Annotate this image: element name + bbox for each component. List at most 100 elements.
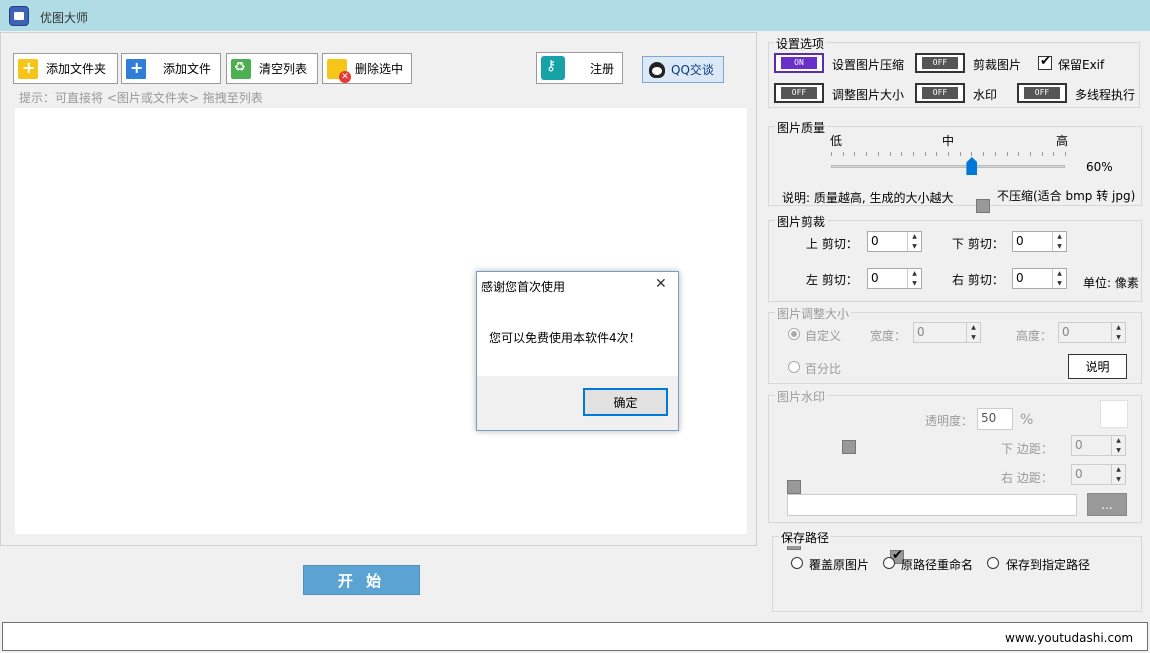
overwrite-label: 覆盖原图片 — [809, 556, 869, 573]
delete-folder-icon: ✕ — [327, 59, 347, 79]
quality-value: 60% — [1086, 160, 1113, 174]
resize-explain-button[interactable]: 说明 — [1068, 354, 1127, 379]
slider-tick — [901, 152, 902, 156]
watermark-toggle[interactable]: OFF — [915, 83, 965, 103]
quality-title: 图片质量 — [775, 119, 827, 136]
crop-toggle[interactable]: OFF — [915, 53, 965, 73]
slider-tick — [1030, 152, 1031, 156]
slider-tick — [971, 152, 972, 156]
spin-up-icon[interactable]: ▲ — [908, 232, 921, 242]
keep-exif-checkbox[interactable] — [1038, 56, 1052, 70]
resize-percent-radio[interactable] — [788, 361, 800, 373]
qq-chat-button[interactable]: QQ交谈 — [642, 56, 724, 83]
bottom-margin-input[interactable]: 0▲▼ — [1071, 435, 1126, 456]
qq-penguin-icon — [649, 62, 665, 78]
no-compress-label: 不压缩(适合 bmp 转 jpg) — [997, 187, 1135, 204]
rename-radio[interactable] — [883, 557, 895, 569]
watermark-browse-button[interactable]: ... — [1087, 493, 1127, 516]
slider-tick — [913, 152, 914, 156]
spin-up-icon[interactable]: ▲ — [1053, 269, 1066, 279]
add-file-button[interactable]: + 添加文件 — [121, 53, 221, 84]
watermark-label: 水印 — [973, 86, 997, 103]
crop-left-input[interactable]: 0▲▼ — [867, 268, 922, 289]
spin-down-icon[interactable]: ▼ — [1112, 333, 1125, 343]
opacity-input[interactable]: 50 — [977, 408, 1013, 430]
slider-tick — [948, 152, 949, 156]
resize-height-label: 高度： — [1016, 327, 1052, 344]
no-compress-checkbox[interactable] — [976, 199, 990, 213]
spin-up-icon[interactable]: ▲ — [1112, 465, 1125, 475]
compress-toggle[interactable]: ON — [774, 53, 824, 73]
dialog-footer: 确定 — [477, 376, 678, 430]
quality-slider-track[interactable] — [831, 165, 1065, 168]
crop-right-input[interactable]: 0▲▼ — [1012, 268, 1067, 289]
compress-label: 设置图片压缩 — [832, 56, 904, 73]
clear-list-button[interactable]: ♻ 清空列表 — [226, 53, 318, 84]
spin-up-icon[interactable]: ▲ — [1053, 232, 1066, 242]
spin-down-icon[interactable]: ▼ — [1053, 242, 1066, 252]
spin-up-icon[interactable]: ▲ — [967, 323, 980, 333]
spin-up-icon[interactable]: ▲ — [1112, 436, 1125, 446]
spin-up-icon[interactable]: ▲ — [1112, 323, 1125, 333]
start-button[interactable]: 开 始 — [303, 565, 420, 595]
save-to-label: 保存到指定路径 — [1006, 556, 1090, 573]
resize-width-label: 宽度： — [870, 327, 906, 344]
dialog-message: 您可以免费使用本软件4次！ — [489, 329, 641, 346]
watermark-text-checkbox[interactable] — [842, 440, 856, 454]
multithread-toggle[interactable]: OFF — [1017, 83, 1067, 103]
save-to-radio[interactable] — [987, 557, 999, 569]
watermark-path-input[interactable] — [787, 494, 1077, 516]
resize-width-input[interactable]: 0▲▼ — [913, 322, 981, 343]
quality-low-label: 低 — [830, 132, 842, 149]
quality-mid-label: 中 — [942, 132, 954, 149]
spin-down-icon[interactable]: ▼ — [1112, 446, 1125, 456]
watermark-position-checkbox[interactable] — [787, 480, 801, 494]
resize-title: 图片调整大小 — [775, 305, 851, 322]
resize-custom-label: 自定义 — [805, 327, 841, 344]
app-icon — [9, 6, 29, 26]
spin-down-icon[interactable]: ▼ — [1112, 475, 1125, 485]
resize-toggle[interactable]: OFF — [774, 83, 824, 103]
rename-label: 原路径重命名 — [901, 556, 973, 573]
watermark-color-swatch[interactable] — [1100, 400, 1128, 428]
multithread-label: 多线程执行 — [1075, 86, 1135, 103]
slider-tick — [995, 152, 996, 156]
dialog-ok-button[interactable]: 确定 — [583, 388, 668, 416]
folder-add-icon: + — [18, 59, 38, 79]
spin-down-icon[interactable]: ▼ — [1053, 279, 1066, 289]
spin-down-icon[interactable]: ▼ — [908, 279, 921, 289]
slider-tick — [936, 152, 937, 156]
bottom-margin-label: 下 边距： — [1001, 440, 1053, 457]
slider-tick — [983, 152, 984, 156]
spin-down-icon[interactable]: ▼ — [908, 242, 921, 252]
watermark-title: 图片水印 — [775, 388, 827, 405]
right-margin-label: 右 边距： — [1001, 469, 1053, 486]
quality-slider-ticks — [831, 152, 1065, 156]
right-margin-input[interactable]: 0▲▼ — [1071, 464, 1126, 485]
overwrite-radio[interactable] — [791, 557, 803, 569]
resize-height-input[interactable]: 0▲▼ — [1058, 322, 1126, 343]
add-folder-button[interactable]: + 添加文件夹 — [13, 53, 118, 84]
file-add-icon: + — [126, 59, 146, 79]
slider-tick — [960, 152, 961, 156]
drag-hint: 提示：可直接将 <图片或文件夹> 拖拽至列表 — [19, 89, 263, 106]
save-path-title: 保存路径 — [779, 529, 831, 546]
slider-tick — [1018, 152, 1019, 156]
app-title: 优图大师 — [40, 9, 88, 26]
register-button[interactable]: ⚷ 注册 — [536, 52, 623, 84]
crop-bottom-input[interactable]: 0▲▼ — [1012, 231, 1067, 252]
close-icon[interactable]: ✕ — [655, 276, 667, 292]
spin-down-icon[interactable]: ▼ — [967, 333, 980, 343]
quality-note: 说明: 质量越高, 生成的大小越大 — [782, 189, 954, 206]
opacity-percent-sign: % — [1020, 412, 1033, 428]
keep-exif-label: 保留Exif — [1058, 56, 1104, 73]
slider-tick — [925, 152, 926, 156]
crop-title: 图片剪裁 — [775, 213, 827, 230]
crop-left-label: 左 剪切： — [806, 271, 858, 288]
spin-up-icon[interactable]: ▲ — [908, 269, 921, 279]
crop-top-input[interactable]: 0▲▼ — [867, 231, 922, 252]
slider-tick — [878, 152, 879, 156]
delete-selected-button[interactable]: ✕ 删除选中 — [322, 53, 412, 84]
resize-custom-radio[interactable] — [788, 328, 800, 340]
site-watermark: www.youtudashi.com — [1005, 631, 1133, 645]
